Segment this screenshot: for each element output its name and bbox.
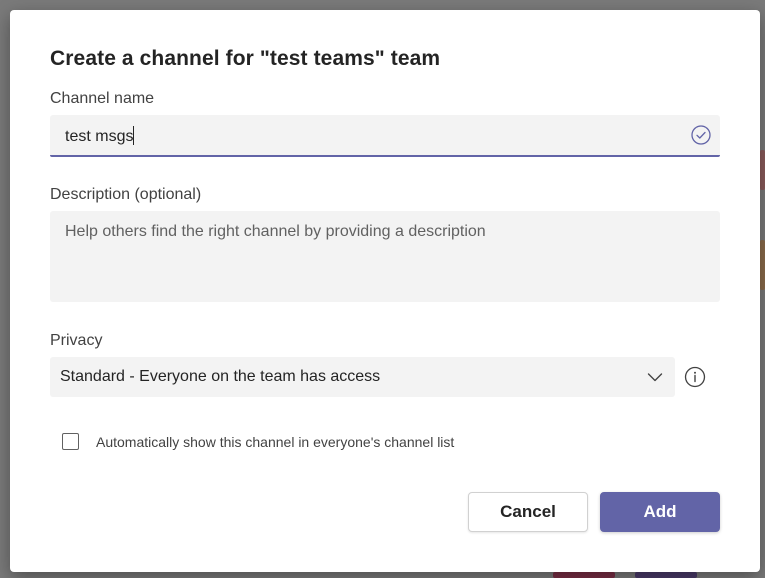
description-field[interactable]: Help others find the right channel by pr… — [50, 211, 720, 302]
background-tile — [760, 150, 765, 190]
description-placeholder: Help others find the right channel by pr… — [65, 223, 486, 240]
description-label: Description (optional) — [50, 186, 202, 203]
background-tile — [553, 572, 615, 578]
auto-show-checkbox[interactable] — [62, 433, 79, 450]
background-tile — [760, 240, 765, 290]
chevron-down-icon — [647, 370, 663, 384]
auto-show-label: Automatically show this channel in every… — [96, 434, 455, 450]
add-button[interactable]: Add — [600, 492, 720, 532]
background-tile — [635, 572, 697, 578]
channel-name-label: Channel name — [50, 90, 155, 107]
privacy-label: Privacy — [50, 332, 103, 349]
cancel-button[interactable]: Cancel — [468, 492, 588, 532]
create-channel-dialog: Create a channel for "test teams" team C… — [10, 10, 760, 572]
channel-name-value: test msgs — [65, 126, 135, 145]
channel-name-input[interactable]: test msgs — [50, 115, 720, 157]
privacy-selected-value: Standard - Everyone on the team has acce… — [60, 368, 381, 385]
dialog-title: Create a channel for "test teams" team — [50, 47, 441, 70]
text-cursor — [133, 126, 135, 145]
privacy-dropdown[interactable]: Standard - Everyone on the team has acce… — [50, 357, 675, 397]
check-circle-icon — [691, 125, 711, 145]
info-icon[interactable] — [684, 366, 706, 388]
